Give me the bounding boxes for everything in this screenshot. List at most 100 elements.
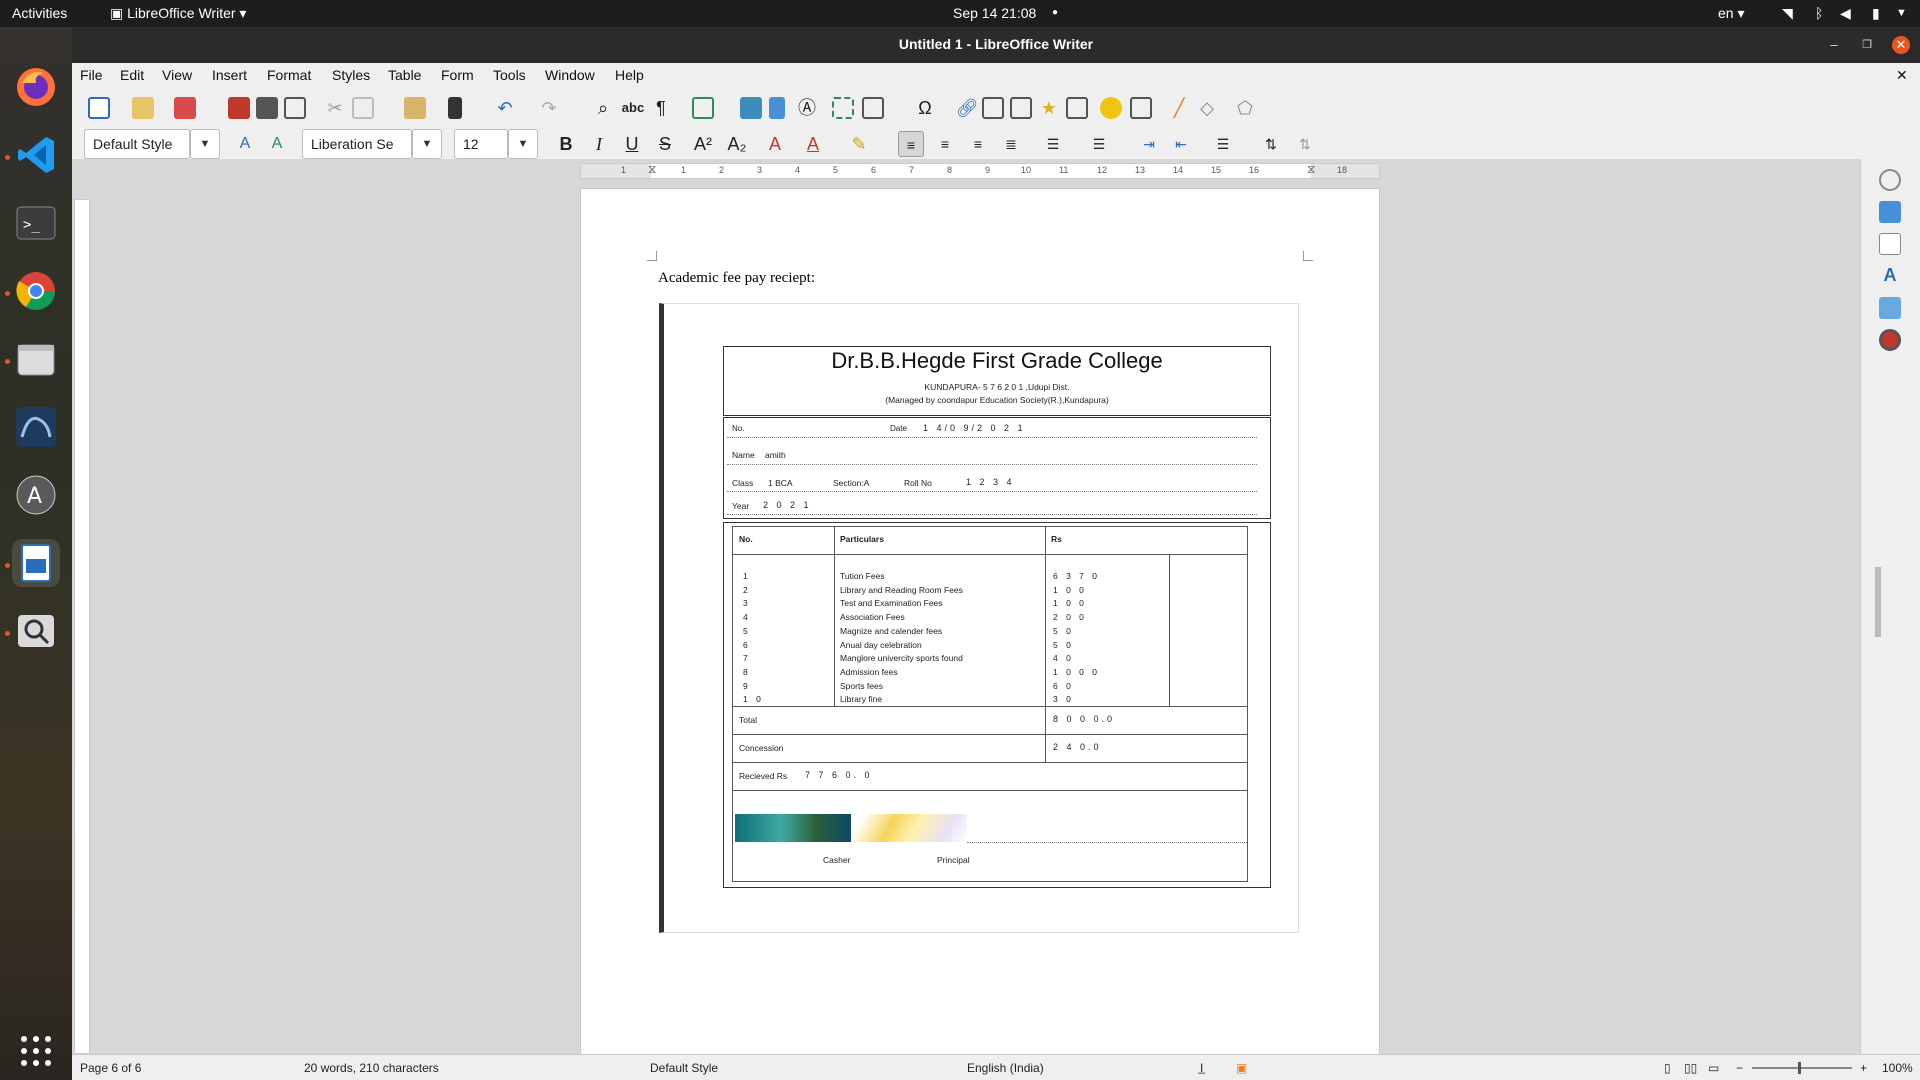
- subscript-icon[interactable]: A₂: [724, 131, 750, 157]
- menu-edit[interactable]: Edit: [120, 67, 144, 83]
- highlight-color-icon[interactable]: ✎: [846, 131, 872, 157]
- software-updater-icon[interactable]: A: [12, 471, 60, 519]
- mysql-workbench-icon[interactable]: [12, 403, 60, 451]
- show-apps-icon[interactable]: [12, 1027, 60, 1075]
- sidebar-styles-icon[interactable]: A: [1879, 265, 1901, 287]
- chrome-icon[interactable]: [12, 267, 60, 315]
- formatting-marks-icon[interactable]: ¶: [648, 95, 674, 121]
- insert-chart-icon[interactable]: [769, 97, 785, 119]
- justify-icon[interactable]: ≣: [998, 131, 1024, 157]
- font-size-dropdown[interactable]: ▼: [508, 129, 538, 159]
- new-style-icon[interactable]: A: [264, 131, 290, 157]
- document-modified-icon[interactable]: ▣: [1236, 1061, 1247, 1075]
- line-spacing-icon[interactable]: ☰: [1210, 131, 1236, 157]
- horizontal-ruler[interactable]: 1 ⧖ 1 2 3 4 5 6 7 8 9 10 11 12 13 14 15 …: [580, 162, 1380, 179]
- track-changes-icon[interactable]: [1130, 97, 1152, 119]
- line-icon[interactable]: ╱: [1166, 95, 1192, 121]
- align-center-icon[interactable]: ≡: [932, 131, 958, 157]
- sidebar-gallery-icon[interactable]: [1879, 297, 1901, 319]
- special-character-icon[interactable]: Ω: [912, 95, 938, 121]
- menu-tools[interactable]: Tools: [493, 67, 526, 83]
- close-document-icon[interactable]: ✕: [1896, 67, 1908, 84]
- decrease-paragraph-spacing-icon[interactable]: ⇅: [1292, 131, 1318, 157]
- menu-format[interactable]: Format: [267, 67, 311, 83]
- print-icon[interactable]: [256, 97, 278, 119]
- terminal-icon[interactable]: >_: [12, 199, 60, 247]
- sidebar-properties-icon[interactable]: [1879, 201, 1901, 223]
- strikethrough-icon[interactable]: S: [652, 131, 678, 157]
- align-right-icon[interactable]: ≡: [965, 131, 991, 157]
- insert-image-icon[interactable]: [740, 97, 762, 119]
- sidebar-collapse-handle[interactable]: [1875, 567, 1881, 637]
- battery-icon[interactable]: ▮: [1872, 5, 1880, 22]
- magnifier-icon[interactable]: [12, 607, 60, 655]
- increase-paragraph-spacing-icon[interactable]: ⇅: [1258, 131, 1284, 157]
- word-count[interactable]: 20 words, 210 characters: [304, 1061, 439, 1075]
- menu-view[interactable]: View: [162, 67, 192, 83]
- maximize-button[interactable]: ❐: [1858, 36, 1876, 54]
- menu-table[interactable]: Table: [388, 67, 421, 83]
- copy-icon[interactable]: [352, 97, 374, 119]
- endnote-icon[interactable]: [1010, 97, 1032, 119]
- paste-icon[interactable]: [404, 97, 426, 119]
- zoom-level[interactable]: 100%: [1882, 1061, 1913, 1075]
- update-style-icon[interactable]: A: [232, 131, 258, 157]
- ordered-list-icon[interactable]: ☰: [1086, 131, 1112, 157]
- menu-form[interactable]: Form: [441, 67, 474, 83]
- font-name-dropdown[interactable]: ▼: [412, 129, 442, 159]
- draw-functions-icon[interactable]: ⬠: [1232, 95, 1258, 121]
- minimize-button[interactable]: –: [1825, 36, 1843, 54]
- new-document-icon[interactable]: [88, 97, 110, 119]
- document-page[interactable]: Academic fee pay reciept: Dr.B.B.Hegde F…: [580, 188, 1380, 1068]
- multi-page-view-icon[interactable]: ▯▯: [1684, 1061, 1697, 1075]
- zoom-out-icon[interactable]: −: [1736, 1061, 1743, 1075]
- font-color-icon[interactable]: A: [800, 131, 826, 157]
- font-size-combo[interactable]: 12: [454, 129, 508, 159]
- input-language[interactable]: en ▾: [1718, 5, 1745, 22]
- page-style[interactable]: Default Style: [650, 1061, 718, 1075]
- volume-icon[interactable]: ◀: [1840, 5, 1851, 22]
- bluetooth-icon[interactable]: ᛒ: [1815, 5, 1823, 21]
- open-folder-icon[interactable]: [132, 97, 154, 119]
- comment-icon[interactable]: [1100, 97, 1122, 119]
- activities-button[interactable]: Activities: [12, 5, 67, 21]
- vertical-ruler[interactable]: [74, 199, 90, 1054]
- text-language[interactable]: English (India): [967, 1061, 1044, 1075]
- menu-styles[interactable]: Styles: [332, 67, 370, 83]
- find-replace-icon[interactable]: ⌕: [590, 95, 616, 121]
- print-preview-icon[interactable]: [284, 97, 306, 119]
- font-name-combo[interactable]: Liberation Se: [302, 129, 412, 159]
- footnote-icon[interactable]: [982, 97, 1004, 119]
- ruler-right-indent-icon[interactable]: ⧖: [1307, 162, 1315, 177]
- hyperlink-icon[interactable]: 🔗︎: [954, 95, 980, 121]
- align-left-icon[interactable]: ≡: [898, 131, 924, 157]
- cross-reference-icon[interactable]: [1066, 97, 1088, 119]
- unordered-list-icon[interactable]: ☰: [1040, 131, 1066, 157]
- superscript-icon[interactable]: A²: [690, 131, 716, 157]
- single-page-view-icon[interactable]: ▯: [1664, 1061, 1671, 1075]
- save-icon[interactable]: [174, 97, 196, 119]
- zoom-slider-thumb[interactable]: [1798, 1062, 1801, 1074]
- increase-indent-icon[interactable]: ⇥: [1136, 131, 1162, 157]
- bookmark-icon[interactable]: ★: [1036, 95, 1062, 121]
- receipt-image[interactable]: Dr.B.B.Hegde First Grade College KUNDAPU…: [659, 303, 1299, 933]
- paragraph-style-dropdown[interactable]: ▼: [190, 129, 220, 159]
- writer-icon[interactable]: [12, 539, 60, 587]
- menu-window[interactable]: Window: [545, 67, 595, 83]
- clone-formatting-icon[interactable]: [448, 97, 462, 119]
- page-count[interactable]: Page 6 of 6: [80, 1061, 141, 1075]
- sidebar-settings-icon[interactable]: [1879, 169, 1901, 191]
- italic-icon[interactable]: I: [586, 131, 612, 157]
- insert-textbox-icon[interactable]: Ⓐ: [794, 95, 820, 121]
- decrease-indent-icon[interactable]: ⇤: [1168, 131, 1194, 157]
- basic-shapes-icon[interactable]: ◇: [1194, 95, 1220, 121]
- document-heading[interactable]: Academic fee pay reciept:: [658, 270, 815, 287]
- clock[interactable]: Sep 14 21:08: [953, 5, 1036, 21]
- ruler-indent-marker-icon[interactable]: ⧖: [648, 162, 656, 177]
- cut-icon[interactable]: ✂: [322, 95, 348, 121]
- zoom-in-icon[interactable]: +: [1860, 1061, 1867, 1075]
- menu-insert[interactable]: Insert: [212, 67, 247, 83]
- spelling-icon[interactable]: abc: [620, 95, 646, 121]
- insert-field-icon[interactable]: [862, 97, 884, 119]
- insert-table-icon[interactable]: [692, 97, 714, 119]
